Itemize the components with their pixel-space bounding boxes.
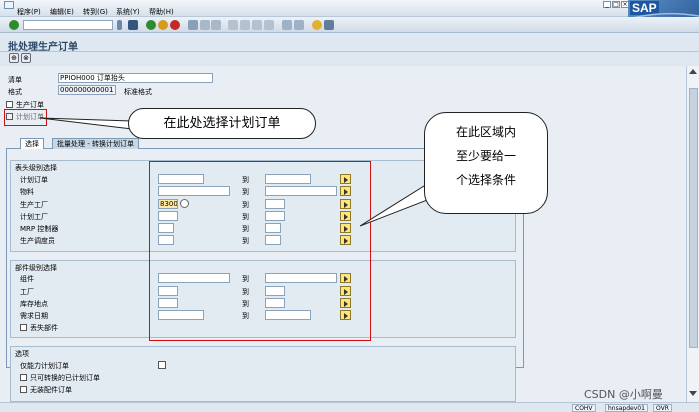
callout-select-planned-order: 在此处选择计划订单: [128, 108, 316, 139]
callout-pointers: [39, 117, 449, 227]
callout-line-2: 至少要给一: [455, 149, 516, 163]
callout-line-3: 个选择条件: [455, 173, 516, 187]
callout-selection-criteria: 在此区域内 至少要给一 个选择条件: [424, 112, 548, 214]
sap-window: 程序(P) 编辑(E) 转到(G) 系统(Y) 帮助(H) _ □ × SAP: [0, 0, 699, 412]
callout-line-1: 在此区域内: [455, 125, 516, 139]
watermark-text: CSDN @小啊曼: [584, 388, 663, 401]
